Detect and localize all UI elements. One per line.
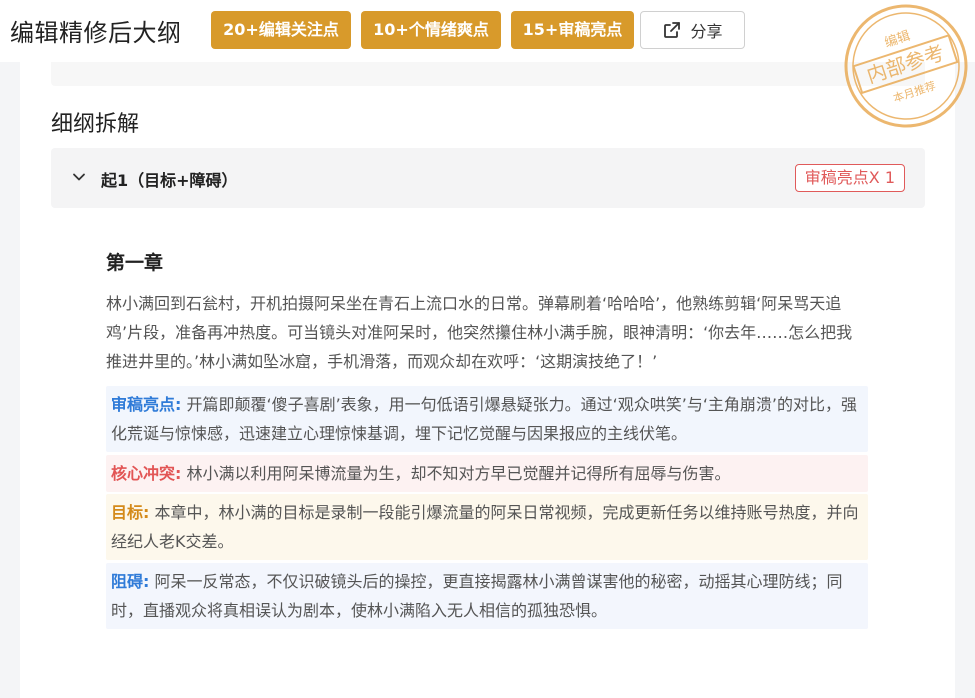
badge-editor-focus[interactable]: 20+编辑关注点: [211, 11, 351, 49]
note-label: 核心冲突:: [111, 464, 182, 483]
note-review-highlight: 审稿亮点: 开篇即颠覆‘傻子喜剧’表象，用一句低语引爆悬疑张力。通过‘观众哄笑’…: [106, 386, 868, 452]
stamp-middle-text: 内部参考: [864, 40, 948, 88]
review-highlight-count-tag: 审稿亮点X 1: [794, 164, 905, 192]
share-label: 分享: [690, 22, 723, 41]
outline-card: 细纲拆解 起1（目标+障碍） 审稿亮点X 1 第一章 林小满回到石瓮村，开机拍摄…: [20, 62, 955, 698]
note-text: 开篇即颠覆‘傻子喜剧’表象，用一句低语引爆悬疑张力。通过‘观众哄笑’与‘主角崩溃…: [111, 395, 858, 443]
note-text: 本章中，林小满的目标是录制一段能引爆流量的阿呆日常视频，完成更新任务以维持账号热…: [111, 503, 859, 551]
note-text: 阿呆一反常态，不仅识破镜头后的操控，更直接揭露林小满曾谋害他的秘密，动摇其心理防…: [111, 572, 843, 620]
previous-section-tail: [51, 62, 925, 86]
chevron-down-icon: [73, 173, 85, 181]
note-text: 林小满以利用阿呆博流量为生，却不知对方早已觉醒并记得所有屈辱与伤害。: [186, 464, 731, 483]
page-title: 编辑精修后大纲: [10, 19, 182, 47]
note-label: 审稿亮点:: [111, 395, 182, 414]
note-obstacle: 阻碍: 阿呆一反常态，不仅识破镜头后的操控，更直接揭露林小满曾谋害他的秘密，动摇…: [106, 563, 868, 629]
share-button[interactable]: 分享: [640, 11, 745, 49]
section-title: 细纲拆解: [51, 112, 140, 137]
internal-reference-stamp: 编辑 内部参考 本月推荐: [844, 4, 968, 128]
top-bar: 编辑精修后大纲 20+编辑关注点 10+个情绪爽点 15+审稿亮点 分享: [0, 0, 975, 62]
stamp-bottom-text: 本月推荐: [891, 78, 937, 105]
share-icon: [664, 22, 681, 38]
accordion-header-act1[interactable]: 起1（目标+障碍） 审稿亮点X 1: [51, 148, 925, 208]
accordion-title: 起1（目标+障碍）: [101, 171, 238, 190]
note-label: 目标:: [111, 503, 150, 522]
chapter-summary: 林小满回到石瓮村，开机拍摄阿呆坐在青石上流口水的日常。弹幕刷着‘哈哈哈’，他熟练…: [106, 294, 853, 371]
note-core-conflict: 核心冲突: 林小满以利用阿呆博流量为生，却不知对方早已觉醒并记得所有屈辱与伤害。: [106, 455, 868, 492]
note-goal: 目标: 本章中，林小满的目标是录制一段能引爆流量的阿呆日常视频，完成更新任务以维…: [106, 494, 868, 560]
chapter-title: 第一章: [106, 252, 164, 274]
badge-emotion-points[interactable]: 10+个情绪爽点: [361, 11, 501, 49]
badge-review-highlights[interactable]: 15+审稿亮点: [511, 11, 634, 49]
note-label: 阻碍:: [111, 572, 150, 591]
